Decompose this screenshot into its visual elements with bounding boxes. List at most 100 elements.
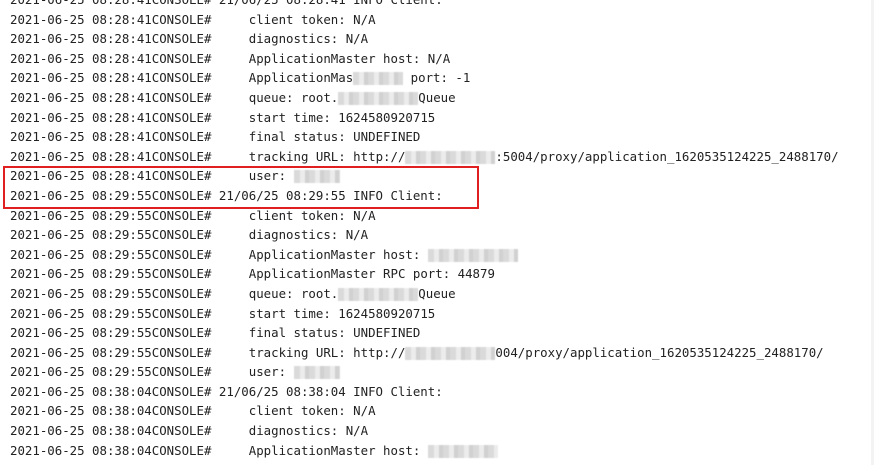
- log-timestamp: 2021-06-25 08:29:55: [10, 325, 152, 341]
- log-source: CONSOLE#: [151, 364, 212, 380]
- log-source: CONSOLE#: [151, 109, 212, 125]
- log-message: 21/06/25 08:29:55 INFO Client:: [211, 186, 443, 206]
- log-source: CONSOLE#: [151, 325, 212, 341]
- log-timestamp: 2021-06-25 08:28:41: [10, 168, 152, 184]
- log-message: client token: N/A: [211, 10, 376, 30]
- log-message: ApplicationMaster host:: [211, 245, 518, 265]
- log-message-text: 21/06/25 08:28:41 INFO Client:: [211, 0, 443, 7]
- log-message: diagnostics: N/A: [211, 29, 368, 49]
- log-message-text: tracking URL: http://: [248, 344, 406, 360]
- log-line: 2021-06-25 08:28:41 CONSOLE# queue: root…: [10, 88, 839, 108]
- log-line: 2021-06-25 08:28:41 CONSOLE# final statu…: [10, 127, 839, 147]
- log-source: CONSOLE#: [151, 423, 212, 439]
- log-message: user:: [211, 166, 340, 186]
- log-timestamp: 2021-06-25 08:29:55: [10, 187, 152, 203]
- log-message: ApplicationMaster RPC port: 44879: [211, 264, 495, 284]
- log-line: 2021-06-25 08:29:55 CONSOLE# diagnostics…: [10, 225, 839, 245]
- log-message-text: client token: N/A: [248, 403, 376, 419]
- log-line: 2021-06-25 08:28:41 CONSOLE# diagnostics…: [10, 29, 839, 49]
- log-timestamp: 2021-06-25 08:29:55: [10, 344, 152, 360]
- log-timestamp: 2021-06-25 08:38:04: [10, 442, 152, 458]
- log-message-text: diagnostics: N/A: [248, 227, 369, 243]
- log-message: ApplicationMaster host:: [211, 441, 498, 461]
- log-timestamp: 2021-06-25 08:28:41: [10, 0, 152, 10]
- log-message: diagnostics: N/A: [211, 421, 368, 441]
- redacted-text: [405, 346, 496, 360]
- log-message: ApplicationMas port: -1: [211, 68, 470, 88]
- redacted-text: [338, 91, 419, 105]
- log-line: 2021-06-25 08:29:55 CONSOLE# tracking UR…: [10, 343, 839, 363]
- log-timestamp: 2021-06-25 08:29:55: [10, 364, 152, 380]
- log-message-text: final status: UNDEFINED: [248, 129, 421, 145]
- log-line: 2021-06-25 08:29:55 CONSOLE# Application…: [10, 245, 839, 265]
- redacted-text: [293, 366, 340, 380]
- log-line: 2021-06-25 08:28:41 CONSOLE# Application…: [10, 49, 839, 69]
- log-source: CONSOLE#: [151, 383, 212, 399]
- log-message-text: ApplicationMaster host:: [248, 442, 428, 458]
- log-message-text: client token: N/A: [248, 207, 376, 223]
- log-source: CONSOLE#: [151, 442, 212, 458]
- log-timestamp: 2021-06-25 08:28:41: [10, 89, 152, 105]
- log-source: CONSOLE#: [151, 227, 212, 243]
- log-timestamp: 2021-06-25 08:29:55: [10, 246, 152, 262]
- log-timestamp: 2021-06-25 08:28:41: [10, 148, 152, 164]
- log-message-text: 21/06/25 08:38:04 INFO Client:: [211, 383, 443, 399]
- log-message-text: queue: root.: [248, 89, 339, 105]
- log-message-text: ApplicationMaster host: N/A: [248, 50, 451, 66]
- log-message: client token: N/A: [211, 206, 376, 226]
- log-message-text: ApplicationMas: [248, 70, 354, 86]
- log-message-text: final status: UNDEFINED: [248, 325, 421, 341]
- log-line: 2021-06-25 08:28:41 CONSOLE# 21/06/25 08…: [10, 0, 839, 10]
- log-message-text: diagnostics: N/A: [248, 423, 369, 439]
- log-line: 2021-06-25 08:38:04 CONSOLE# 21/06/25 08…: [10, 382, 839, 402]
- log-line: 2021-06-25 08:29:55 CONSOLE# user:: [10, 362, 839, 382]
- log-message: final status: UNDEFINED: [211, 323, 421, 343]
- log-line: 2021-06-25 08:28:41 CONSOLE# Application…: [10, 68, 839, 88]
- log-timestamp: 2021-06-25 08:28:41: [10, 11, 152, 27]
- log-message-text: diagnostics: N/A: [248, 31, 369, 47]
- log-viewer[interactable]: 2021-06-25 08:28:41 CONSOLE# 21/06/25 08…: [0, 0, 874, 465]
- log-message-suffix: :5004/proxy/application_1620535124225_24…: [495, 148, 839, 164]
- log-line: 2021-06-25 08:29:55 CONSOLE# client toke…: [10, 206, 839, 226]
- log-message: client token: N/A: [211, 401, 376, 421]
- log-line: 2021-06-25 08:29:55 CONSOLE# final statu…: [10, 323, 839, 343]
- redacted-text: [338, 287, 419, 301]
- log-timestamp: 2021-06-25 08:29:55: [10, 207, 152, 223]
- log-message-text: user:: [248, 364, 294, 380]
- log-message: start time: 1624580920715: [211, 108, 436, 128]
- log-message: ApplicationMaster host: N/A: [211, 49, 450, 69]
- log-message: queue: root. Queue: [211, 88, 456, 108]
- log-line: 2021-06-25 08:29:55 CONSOLE# queue: root…: [10, 284, 839, 304]
- log-source: CONSOLE#: [151, 129, 212, 145]
- redacted-text: [427, 248, 518, 262]
- log-timestamp: 2021-06-25 08:29:55: [10, 285, 152, 301]
- log-timestamp: 2021-06-25 08:38:04: [10, 403, 152, 419]
- log-timestamp: 2021-06-25 08:38:04: [10, 423, 152, 439]
- log-line: 2021-06-25 08:28:41 CONSOLE# user:: [10, 166, 839, 186]
- redacted-text: [353, 72, 404, 86]
- log-line: 2021-06-25 08:38:04 CONSOLE# Application…: [10, 441, 839, 461]
- log-message-suffix: Queue: [418, 285, 456, 301]
- log-message-text: tracking URL: http://: [248, 148, 406, 164]
- log-timestamp: 2021-06-25 08:28:41: [10, 31, 152, 47]
- log-output: 2021-06-25 08:28:41 CONSOLE# 21/06/25 08…: [10, 0, 839, 460]
- log-message-text: ApplicationMaster RPC port: 44879: [248, 266, 495, 282]
- log-line: 2021-06-25 08:38:04 CONSOLE# diagnostics…: [10, 421, 839, 441]
- log-line: 2021-06-25 08:28:41 CONSOLE# client toke…: [10, 10, 839, 30]
- log-message: 21/06/25 08:38:04 INFO Client:: [211, 382, 443, 402]
- log-message: start time: 1624580920715: [211, 304, 436, 324]
- log-source: CONSOLE#: [151, 148, 212, 164]
- log-message: diagnostics: N/A: [211, 225, 368, 245]
- log-timestamp: 2021-06-25 08:38:04: [10, 383, 152, 399]
- log-message-text: 21/06/25 08:29:55 INFO Client:: [211, 187, 443, 203]
- log-source: CONSOLE#: [151, 31, 212, 47]
- log-source: CONSOLE#: [151, 187, 212, 203]
- log-message-suffix: 004/proxy/application_1620535124225_2488…: [495, 344, 824, 360]
- log-line: 2021-06-25 08:28:41 CONSOLE# tracking UR…: [10, 147, 839, 167]
- log-source: CONSOLE#: [151, 403, 212, 419]
- log-message: queue: root. Queue: [211, 284, 456, 304]
- redacted-text: [427, 444, 498, 458]
- log-source: CONSOLE#: [151, 168, 212, 184]
- log-timestamp: 2021-06-25 08:28:41: [10, 70, 152, 86]
- log-message-text: start time: 1624580920715: [248, 109, 436, 125]
